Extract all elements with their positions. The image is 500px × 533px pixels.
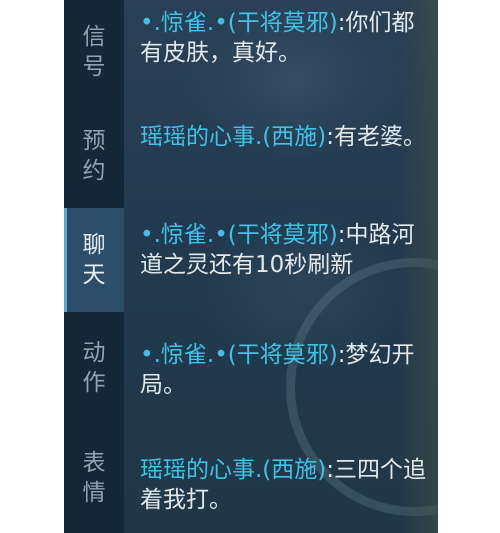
tab-appointment[interactable]: 预约 — [64, 104, 124, 208]
message-sender[interactable]: 瑶瑶的心事.(西施) — [140, 124, 326, 150]
message-bullet: • — [140, 10, 154, 36]
tab-signal[interactable]: 信号 — [64, 0, 124, 104]
chat-message: 瑶瑶的心事.(西施):有老婆。 — [140, 122, 430, 152]
chat-message: •.惊雀.•(干将莫邪):中路河道之灵还有10秒刷新 — [140, 220, 430, 280]
chat-panel: 信号 预约 聊天 动作 表情 •.惊雀.•(干将莫邪):你们都有皮肤，真好。 瑶… — [64, 0, 438, 533]
message-sender[interactable]: .惊雀.•(干将莫邪) — [154, 10, 338, 36]
tab-label: 动作 — [82, 340, 106, 396]
tab-label: 聊天 — [82, 232, 106, 288]
chat-message: 瑶瑶的心事.(西施):三四个追着我打。 — [140, 455, 430, 515]
message-bullet: • — [140, 222, 154, 248]
chat-message: •.惊雀.•(干将莫邪):你们都有皮肤，真好。 — [140, 8, 430, 68]
tab-label: 预约 — [82, 128, 106, 184]
chat-sidebar: 信号 预约 聊天 动作 表情 — [64, 0, 124, 533]
tab-label: 表情 — [82, 450, 106, 506]
message-text: :有老婆。 — [326, 124, 427, 150]
message-bullet: • — [140, 342, 154, 368]
message-sender[interactable]: .惊雀.•(干将莫邪) — [154, 342, 338, 368]
tab-chat[interactable]: 聊天 — [64, 208, 124, 312]
chat-message: •.惊雀.•(干将莫邪):梦幻开局。 — [140, 340, 430, 400]
message-sender[interactable]: 瑶瑶的心事.(西施) — [140, 457, 326, 483]
message-sender[interactable]: .惊雀.•(干将莫邪) — [154, 222, 338, 248]
tab-action[interactable]: 动作 — [64, 316, 124, 420]
tab-emote[interactable]: 表情 — [64, 426, 124, 530]
tab-label: 信号 — [82, 24, 106, 80]
